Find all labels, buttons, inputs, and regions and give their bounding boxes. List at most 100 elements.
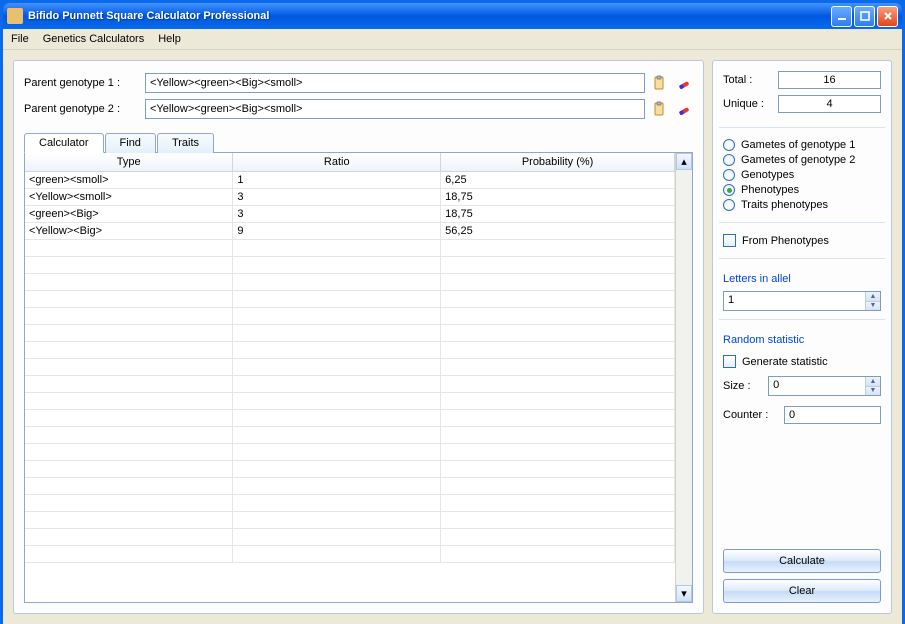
tab-traits[interactable]: Traits (157, 133, 214, 153)
title-bar: Bifido Punnett Square Calculator Profess… (3, 3, 902, 29)
spin-down-icon[interactable]: ▼ (865, 302, 880, 311)
col-type[interactable]: Type (25, 153, 233, 172)
cell-ratio (233, 376, 441, 393)
spin-up-icon[interactable]: ▲ (865, 377, 880, 387)
cell-prob (441, 478, 675, 495)
parent2-label: Parent genotype 2 : (24, 103, 139, 115)
random-group-title: Random statistic (723, 334, 881, 346)
app-icon (7, 8, 23, 24)
cell-type (25, 291, 233, 308)
table-row[interactable]: <green><smoll>16,25 (25, 172, 675, 189)
cell-prob: 18,75 (441, 206, 675, 223)
cell-type: <green><Big> (25, 206, 233, 223)
cell-ratio: 3 (233, 206, 441, 223)
cell-prob (441, 342, 675, 359)
close-button[interactable] (877, 6, 898, 27)
clear2-icon[interactable] (675, 100, 693, 118)
size-label: Size : (723, 380, 762, 392)
cell-ratio: 9 (233, 223, 441, 240)
radio-traits-phenotypes[interactable]: Traits phenotypes (723, 199, 881, 211)
cell-type (25, 410, 233, 427)
menu-bar: File Genetics Calculators Help (3, 29, 902, 50)
cell-type (25, 393, 233, 410)
cell-prob (441, 274, 675, 291)
table-row (25, 478, 675, 495)
cell-prob (441, 325, 675, 342)
total-label: Total : (723, 74, 778, 86)
spin-down-icon[interactable]: ▼ (865, 387, 880, 396)
clear1-icon[interactable] (675, 74, 693, 92)
check-label: Generate statistic (742, 356, 828, 368)
cell-prob (441, 529, 675, 546)
cell-ratio (233, 393, 441, 410)
cell-prob (441, 461, 675, 478)
cell-type: <Yellow><Big> (25, 223, 233, 240)
table-row (25, 427, 675, 444)
parent1-label: Parent genotype 1 : (24, 77, 139, 89)
cell-ratio (233, 546, 441, 563)
check-generate-statistic[interactable]: Generate statistic (723, 355, 881, 368)
cell-ratio (233, 512, 441, 529)
col-ratio[interactable]: Ratio (233, 153, 441, 172)
results-table-wrap: Type Ratio Probability (%) <green><smoll… (24, 152, 693, 603)
radio-label: Phenotypes (741, 184, 799, 196)
size-spinner[interactable]: 0 ▲▼ (768, 376, 881, 396)
radio-gametes-1[interactable]: Gametes of genotype 1 (723, 139, 881, 151)
radio-phenotypes[interactable]: Phenotypes (723, 184, 881, 196)
cell-ratio (233, 359, 441, 376)
check-label: From Phenotypes (742, 235, 829, 247)
maximize-button[interactable] (854, 6, 875, 27)
cell-type (25, 546, 233, 563)
table-scrollbar[interactable]: ▴ ▾ (675, 153, 692, 602)
menu-file[interactable]: File (11, 33, 29, 45)
cell-prob: 6,25 (441, 172, 675, 189)
cell-prob (441, 512, 675, 529)
table-row (25, 240, 675, 257)
parent2-input[interactable] (145, 99, 645, 119)
table-row (25, 512, 675, 529)
cell-ratio (233, 325, 441, 342)
table-row[interactable]: <green><Big>318,75 (25, 206, 675, 223)
radio-gametes-2[interactable]: Gametes of genotype 2 (723, 154, 881, 166)
tab-calculator[interactable]: Calculator (24, 133, 104, 153)
cell-type (25, 359, 233, 376)
app-window: Bifido Punnett Square Calculator Profess… (0, 0, 905, 624)
table-row (25, 529, 675, 546)
cell-type (25, 461, 233, 478)
letters-spinner[interactable]: 1 ▲▼ (723, 291, 881, 311)
cell-prob (441, 308, 675, 325)
scroll-up-icon[interactable]: ▴ (676, 153, 692, 170)
calculate-button[interactable]: Calculate (723, 549, 881, 573)
cell-type (25, 325, 233, 342)
clear-button[interactable]: Clear (723, 579, 881, 603)
paste-icon[interactable] (651, 74, 669, 92)
cell-prob: 56,25 (441, 223, 675, 240)
radio-genotypes[interactable]: Genotypes (723, 169, 881, 181)
table-row (25, 376, 675, 393)
table-row (25, 274, 675, 291)
letters-value: 1 (724, 292, 865, 310)
col-prob[interactable]: Probability (%) (441, 153, 675, 172)
table-row[interactable]: <Yellow><Big>956,25 (25, 223, 675, 240)
spin-up-icon[interactable]: ▲ (865, 292, 880, 302)
left-panel: Parent genotype 1 : Parent genotype 2 : (13, 60, 704, 614)
cell-ratio (233, 257, 441, 274)
cell-ratio: 3 (233, 189, 441, 206)
tab-find[interactable]: Find (105, 133, 156, 153)
cell-prob (441, 427, 675, 444)
scroll-down-icon[interactable]: ▾ (676, 585, 692, 602)
unique-value: 4 (778, 95, 881, 113)
cell-type (25, 376, 233, 393)
menu-help[interactable]: Help (158, 33, 181, 45)
cell-ratio (233, 461, 441, 478)
menu-genetics-calculators[interactable]: Genetics Calculators (43, 33, 145, 45)
minimize-button[interactable] (831, 6, 852, 27)
table-row[interactable]: <Yellow><smoll>318,75 (25, 189, 675, 206)
cell-type (25, 427, 233, 444)
table-row (25, 495, 675, 512)
check-from-phenotypes[interactable]: From Phenotypes (723, 234, 881, 247)
parent1-input[interactable] (145, 73, 645, 93)
paste2-icon[interactable] (651, 100, 669, 118)
cell-ratio: 1 (233, 172, 441, 189)
cell-type (25, 274, 233, 291)
